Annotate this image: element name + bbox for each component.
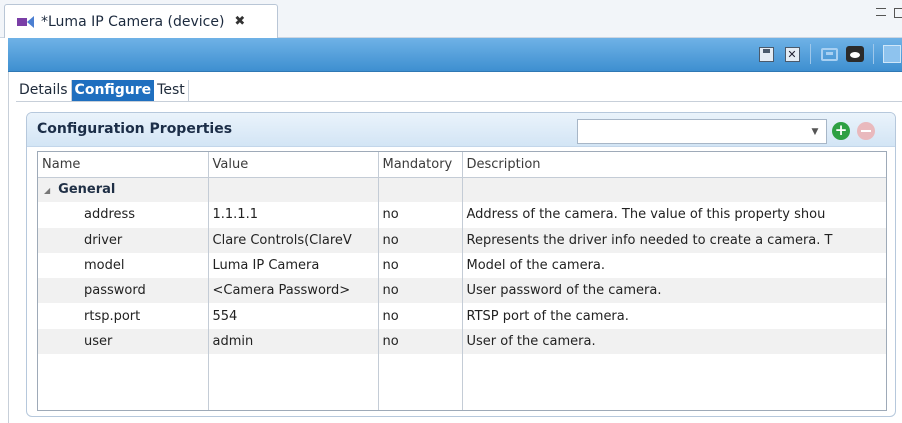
tab-test[interactable]: Test <box>154 80 189 102</box>
property-description: Represents the driver info needed to cre… <box>462 227 886 253</box>
property-value[interactable]: 554 <box>208 303 379 329</box>
save-all-button[interactable]: ✕ <box>782 44 802 64</box>
group-value-cell <box>208 177 379 203</box>
empty-cell <box>38 354 209 410</box>
configuration-properties-section: Configuration Properties ▼ + Name Value … <box>26 112 896 417</box>
table-row[interactable]: address 1.1.1.1 no Address of the camera… <box>38 202 886 228</box>
empty-cell <box>462 354 886 410</box>
editor-tab-strip: *Luma IP Camera (device) ✖ <box>0 0 902 38</box>
table-row[interactable]: password <Camera Password> no User passw… <box>38 278 886 304</box>
property-value[interactable]: 1.1.1.1 <box>208 202 379 228</box>
property-value[interactable]: Clare Controls(ClareV <box>208 227 379 253</box>
property-mandatory: no <box>378 303 463 329</box>
editor-toolbar: ✕ <box>8 38 902 72</box>
property-value[interactable]: <Camera Password> <box>208 278 379 304</box>
section-title: Configuration Properties <box>37 121 233 137</box>
column-header-value[interactable]: Value <box>208 152 379 178</box>
property-name: password <box>38 278 209 304</box>
preview-icon <box>846 46 864 62</box>
chevron-down-icon[interactable]: ▼ <box>808 125 822 139</box>
property-value[interactable]: admin <box>208 328 379 355</box>
editor-left-border <box>8 72 9 423</box>
table-row[interactable]: user admin no User of the camera. <box>38 328 886 355</box>
group-row[interactable]: ◢ General <box>38 177 886 203</box>
tab-details[interactable]: Details <box>16 80 72 102</box>
collapse-triangle-icon[interactable]: ◢ <box>44 186 50 195</box>
window-controls <box>876 8 902 18</box>
property-name: rtsp.port <box>38 303 209 329</box>
property-name: address <box>38 202 209 228</box>
camera-icon <box>17 14 37 30</box>
group-description-cell <box>462 177 886 203</box>
column-header-mandatory[interactable]: Mandatory <box>378 152 463 178</box>
table-row[interactable]: driver Clare Controls(ClareV no Represen… <box>38 227 886 253</box>
table-header-row: Name Value Mandatory Description <box>38 152 886 178</box>
property-description: Address of the camera. The value of this… <box>462 202 886 228</box>
add-property-button[interactable]: + <box>832 122 850 140</box>
empty-row <box>38 354 886 410</box>
property-name: model <box>38 252 209 279</box>
group-mandatory-cell <box>378 177 463 203</box>
group-label: General <box>58 182 116 198</box>
property-name: driver <box>38 227 209 253</box>
properties-table: Name Value Mandatory Description ◢ Genera… <box>37 151 887 411</box>
property-mandatory: no <box>378 278 463 304</box>
save-button[interactable] <box>756 44 776 64</box>
property-mandatory: no <box>378 227 463 253</box>
property-mandatory: no <box>378 328 463 355</box>
remove-property-button[interactable] <box>857 122 875 140</box>
settings-button[interactable] <box>882 44 902 64</box>
property-description: Model of the camera. <box>462 252 886 279</box>
property-description: User password of the camera. <box>462 278 886 304</box>
toolbar-separator <box>873 44 874 64</box>
property-name: user <box>38 328 209 355</box>
empty-cell <box>208 354 379 410</box>
property-description: User of the camera. <box>462 328 886 355</box>
minimize-icon[interactable] <box>876 8 886 16</box>
group-cell: ◢ General <box>38 177 209 203</box>
column-header-description[interactable]: Description <box>462 152 886 178</box>
editor-tab-title: *Luma IP Camera (device) <box>41 13 225 30</box>
close-tab-icon[interactable]: ✖ <box>234 14 245 29</box>
settings-icon <box>883 45 901 63</box>
property-value[interactable]: Luma IP Camera <box>208 252 379 279</box>
tab-configure[interactable]: Configure <box>71 80 155 102</box>
property-combo[interactable]: ▼ <box>577 119 827 144</box>
maximize-icon[interactable] <box>894 8 902 18</box>
section-header: Configuration Properties ▼ + <box>27 113 895 147</box>
column-header-name[interactable]: Name <box>38 152 209 178</box>
preview-button[interactable] <box>845 44 865 64</box>
subtab-divider <box>16 101 902 102</box>
table-row[interactable]: rtsp.port 554 no RTSP port of the camera… <box>38 303 886 329</box>
save-all-icon: ✕ <box>784 46 800 62</box>
subtab-bar: Details Configure Test <box>16 80 189 102</box>
connect-button[interactable] <box>819 44 839 64</box>
property-mandatory: no <box>378 252 463 279</box>
editor-tab[interactable]: *Luma IP Camera (device) ✖ <box>4 4 278 38</box>
empty-cell <box>378 354 463 410</box>
save-icon <box>758 46 774 62</box>
property-mandatory: no <box>378 202 463 228</box>
property-description: RTSP port of the camera. <box>462 303 886 329</box>
toolbar-separator <box>810 44 811 64</box>
table-row[interactable]: model Luma IP Camera no Model of the cam… <box>38 252 886 279</box>
connect-icon <box>820 47 838 61</box>
